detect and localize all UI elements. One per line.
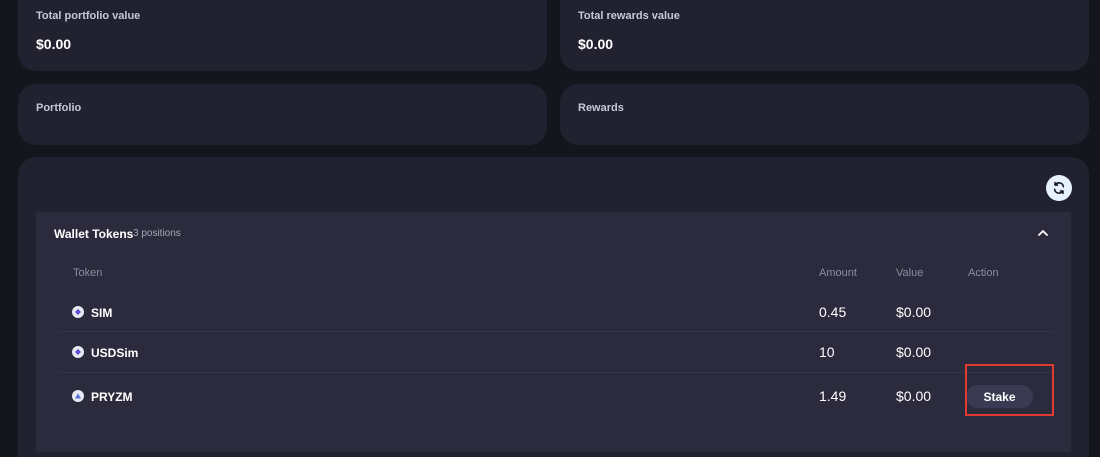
token-amount: 0.45 — [819, 304, 847, 320]
token-value: $0.00 — [896, 304, 932, 320]
rewards-card: Rewards — [560, 84, 1089, 145]
column-header-amount: Amount — [819, 267, 857, 279]
total-rewards-value: $0.00 — [578, 36, 614, 52]
table-row: USDSim 10 $0.00 — [60, 332, 1054, 372]
wallet-tokens-title: Wallet Tokens — [54, 227, 134, 241]
token-name: SIM — [91, 306, 113, 320]
token-value: $0.00 — [896, 344, 932, 360]
stake-button[interactable]: Stake — [966, 385, 1033, 408]
column-header-action: Action — [968, 267, 999, 279]
token-name: USDSim — [91, 346, 139, 360]
token-icon — [72, 390, 84, 402]
token-icon — [72, 346, 84, 358]
column-header-value: Value — [896, 267, 924, 279]
table-row: SIM 0.45 $0.00 — [60, 292, 1054, 332]
token-name: PRYZM — [91, 390, 133, 404]
rewards-label: Rewards — [578, 102, 624, 114]
table-row: PRYZM 1.49 $0.00 Stake — [60, 375, 1054, 415]
chevron-up-icon — [1038, 230, 1048, 236]
portfolio-card: Portfolio — [18, 84, 547, 145]
refresh-icon — [1053, 181, 1065, 195]
collapse-button[interactable] — [1036, 226, 1050, 240]
total-portfolio-card: Total portfolio value $0.00 — [18, 0, 547, 71]
positions-count: 3 positions — [133, 228, 181, 239]
row-divider — [60, 372, 1054, 373]
column-header-token: Token — [73, 267, 103, 279]
total-portfolio-value: $0.00 — [36, 36, 72, 52]
refresh-button[interactable] — [1046, 175, 1072, 201]
token-amount: 1.49 — [819, 388, 847, 404]
portfolio-label: Portfolio — [36, 102, 82, 114]
token-icon — [72, 306, 84, 318]
wallet-tokens-panel: Wallet Tokens 3 positions Token Amount V… — [36, 212, 1071, 452]
total-rewards-card: Total rewards value $0.00 — [560, 0, 1089, 71]
total-portfolio-label: Total portfolio value — [36, 10, 141, 22]
total-rewards-label: Total rewards value — [578, 10, 680, 22]
token-amount: 10 — [819, 344, 835, 360]
token-value: $0.00 — [896, 388, 932, 404]
